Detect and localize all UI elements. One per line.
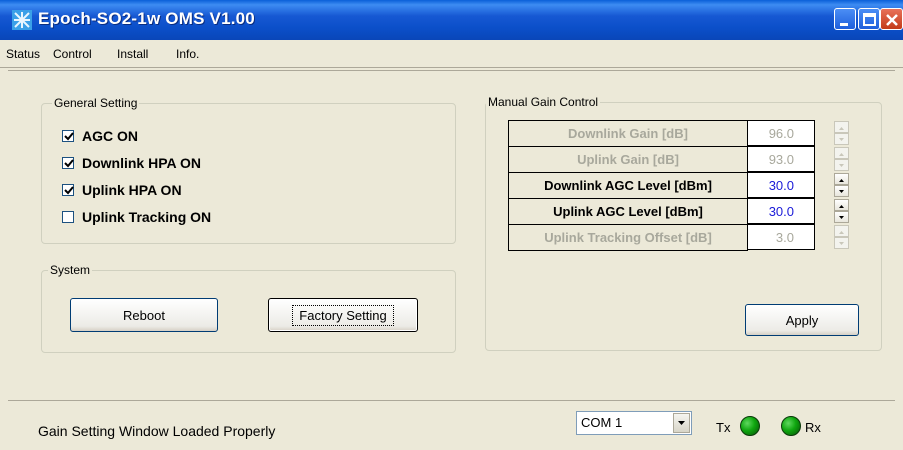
tx-label: Tx: [716, 420, 731, 435]
factory-setting-button-label: Factory Setting: [292, 304, 394, 326]
checkmark-icon: [64, 186, 74, 195]
spin-up-icon: [839, 127, 844, 130]
general-setting-label: General Setting: [52, 96, 140, 110]
com-port-value: COM 1: [581, 415, 623, 430]
menu-status[interactable]: Status: [6, 47, 40, 61]
spin-up-button[interactable]: [834, 121, 849, 133]
table-row: Uplink AGC Level [dBm]: [508, 198, 748, 225]
maximize-icon: [863, 13, 876, 26]
minimize-button[interactable]: [834, 8, 856, 30]
uplink-agc-label: Uplink AGC Level [dBm]: [508, 198, 748, 225]
uplink-tracking-checkbox[interactable]: [62, 211, 74, 223]
tx-led-icon: [740, 416, 760, 436]
downlink-agc-value[interactable]: 30.0: [747, 172, 815, 198]
spin-up-icon: [839, 153, 844, 156]
spin-up-button[interactable]: [834, 147, 849, 159]
rx-led-icon: [781, 416, 801, 436]
spin-up-button[interactable]: [834, 225, 849, 237]
spin-down-button[interactable]: [834, 133, 849, 145]
uplink-gain-value[interactable]: 93.0: [747, 146, 815, 172]
reboot-button[interactable]: Reboot: [70, 298, 218, 332]
system-label: System: [48, 263, 93, 277]
spin-up-button[interactable]: [834, 199, 849, 211]
general-setting-group: General Setting AGC ON Downlink HPA ON U…: [41, 96, 456, 244]
checkmark-icon: [64, 132, 74, 141]
com-port-select[interactable]: COM 1: [576, 411, 692, 435]
agc-on-label: AGC ON: [82, 128, 138, 144]
uplink-tracking-offset-spinner[interactable]: [834, 225, 849, 249]
uplink-tracking-offset-label: Uplink Tracking Offset [dB]: [508, 224, 748, 251]
spin-down-icon: [839, 242, 844, 245]
status-bar: Gain Setting Window Loaded Properly: [8, 400, 895, 445]
spin-down-button[interactable]: [834, 185, 849, 197]
menu-info[interactable]: Info.: [176, 47, 199, 61]
spin-down-button[interactable]: [834, 159, 849, 171]
spin-down-icon: [839, 190, 844, 193]
spin-down-icon: [839, 138, 844, 141]
minimize-icon: [840, 23, 848, 26]
maximize-button[interactable]: [858, 8, 880, 30]
spin-down-button[interactable]: [834, 237, 849, 249]
spin-down-button[interactable]: [834, 211, 849, 223]
spin-up-icon: [839, 231, 844, 234]
window-title: Epoch-SO2-1w OMS V1.00: [38, 9, 255, 28]
menu-bar: Status Control Install Info.: [0, 40, 903, 68]
table-row: Downlink Gain [dB]: [508, 120, 748, 147]
agc-on-checkbox[interactable]: [62, 130, 74, 142]
table-row: Uplink Tracking Offset [dB]: [508, 224, 748, 251]
uplink-gain-spinner[interactable]: [834, 147, 849, 171]
apply-button[interactable]: Apply: [745, 304, 859, 336]
spin-up-icon: [839, 179, 844, 182]
status-message: Gain Setting Window Loaded Properly: [38, 423, 276, 439]
menu-install[interactable]: Install: [117, 47, 148, 61]
uplink-agc-spinner[interactable]: [834, 199, 849, 223]
spin-down-icon: [839, 216, 844, 219]
uplink-hpa-label: Uplink HPA ON: [82, 182, 182, 198]
downlink-hpa-checkbox[interactable]: [62, 157, 74, 169]
com-port-dropdown-button[interactable]: [673, 413, 690, 433]
apply-button-label: Apply: [785, 312, 819, 328]
manual-gain-label: Manual Gain Control: [486, 95, 601, 109]
downlink-agc-label: Downlink AGC Level [dBm]: [508, 172, 748, 199]
agc-on-option[interactable]: AGC ON: [62, 128, 138, 144]
spin-up-icon: [839, 205, 844, 208]
title-bar[interactable]: Epoch-SO2-1w OMS V1.00: [0, 0, 903, 40]
uplink-tracking-option[interactable]: Uplink Tracking ON: [62, 209, 211, 225]
uplink-tracking-label: Uplink Tracking ON: [82, 209, 212, 225]
dropdown-arrow-icon: [678, 421, 685, 425]
downlink-gain-value[interactable]: 96.0: [747, 120, 815, 146]
close-button[interactable]: [880, 8, 903, 30]
downlink-agc-spinner[interactable]: [834, 173, 849, 197]
gain-table: Downlink Gain [dB] Uplink Gain [dB] Down…: [508, 120, 748, 251]
downlink-gain-spinner[interactable]: [834, 121, 849, 145]
uplink-agc-value[interactable]: 30.0: [747, 198, 815, 224]
uplink-hpa-option[interactable]: Uplink HPA ON: [62, 182, 182, 198]
menu-control[interactable]: Control: [53, 47, 92, 61]
checkmark-icon: [64, 159, 74, 168]
rx-label: Rx: [805, 420, 821, 435]
downlink-hpa-option[interactable]: Downlink HPA ON: [62, 155, 201, 171]
table-row: Downlink AGC Level [dBm]: [508, 172, 748, 199]
downlink-gain-label: Downlink Gain [dB]: [508, 120, 748, 147]
spin-up-button[interactable]: [834, 173, 849, 185]
uplink-tracking-offset-value[interactable]: 3.0: [747, 224, 815, 250]
downlink-hpa-label: Downlink HPA ON: [82, 155, 201, 171]
close-icon: [886, 14, 898, 26]
app-icon: [12, 10, 32, 30]
uplink-gain-label: Uplink Gain [dB]: [508, 146, 748, 173]
table-row: Uplink Gain [dB]: [508, 146, 748, 173]
factory-setting-button[interactable]: Factory Setting: [268, 298, 418, 332]
spin-down-icon: [839, 164, 844, 167]
uplink-hpa-checkbox[interactable]: [62, 184, 74, 196]
reboot-button-label: Reboot: [123, 307, 165, 323]
